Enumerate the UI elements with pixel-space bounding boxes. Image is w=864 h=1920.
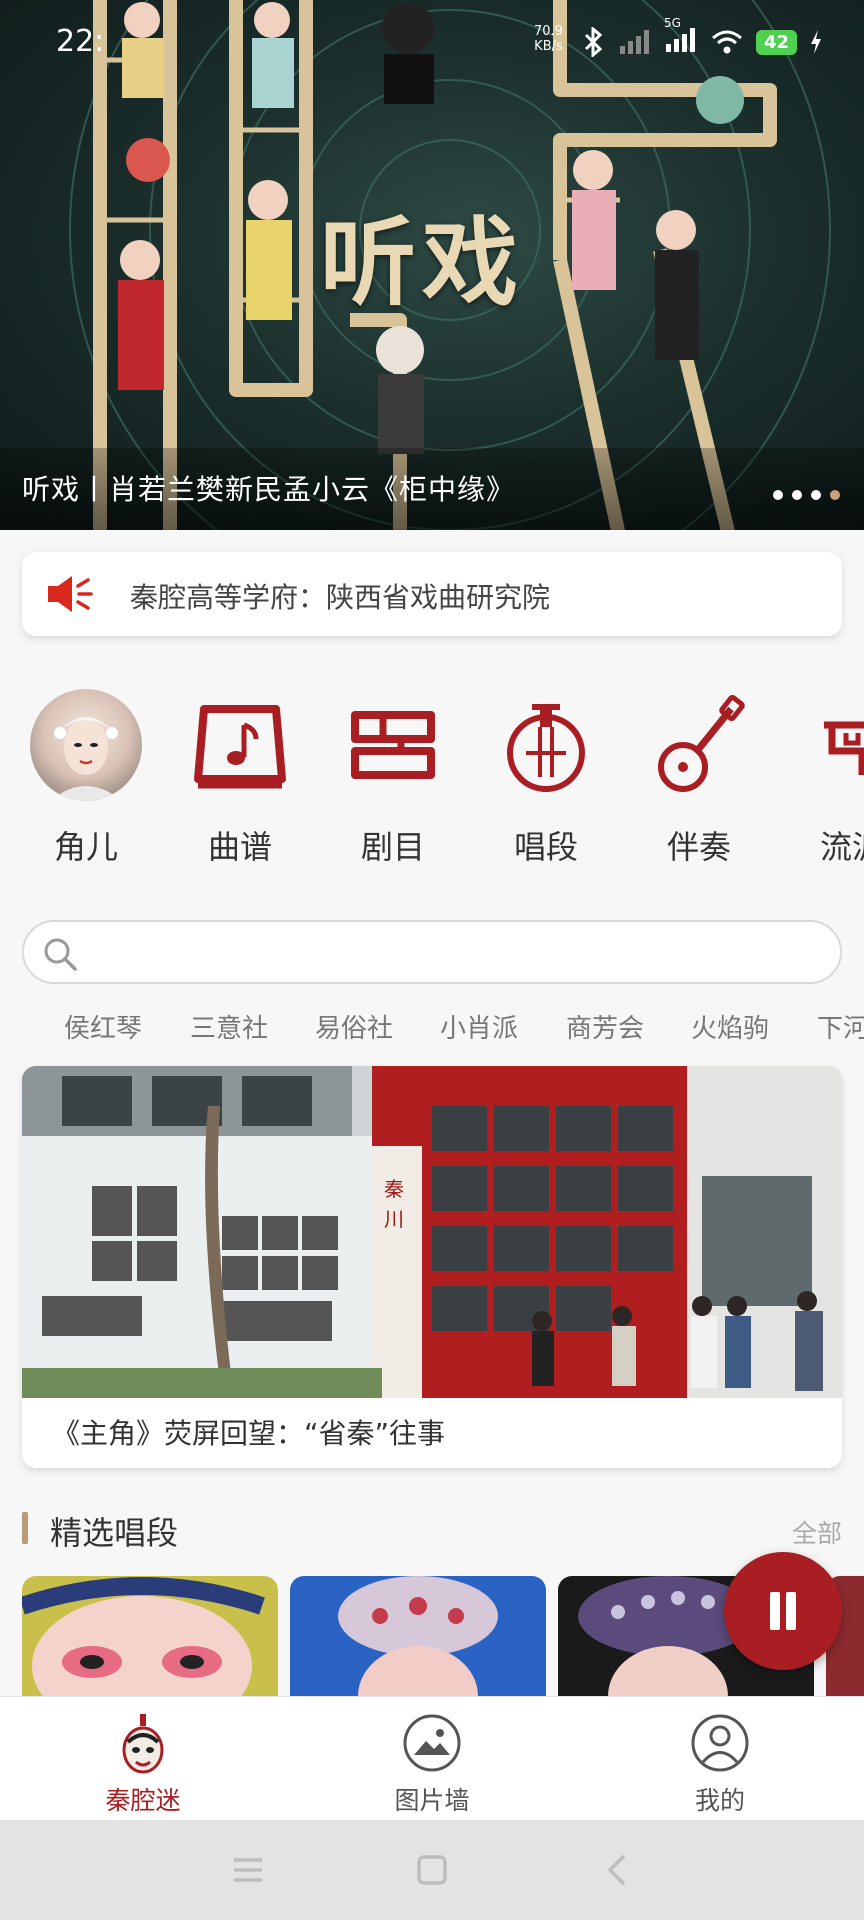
pause-icon (770, 1592, 780, 1630)
tab-label: 秦腔迷 (105, 1786, 181, 1815)
tab-home[interactable]: 秦腔迷 (43, 1711, 243, 1817)
category-label: 角儿 (53, 828, 118, 866)
tag-item[interactable]: 火焰驹 (691, 1008, 769, 1045)
tab-picture-wall[interactable]: 图片墙 (332, 1711, 532, 1817)
category-label: 曲谱 (207, 828, 272, 866)
tab-label: 图片墙 (394, 1786, 470, 1815)
signal-weak-icon (620, 30, 649, 54)
featured-article-title: 《主角》荧屏回望：“省秦”往事 (52, 1417, 446, 1450)
pause-icon-bar (786, 1592, 796, 1630)
category-accompaniment[interactable]: 伴奏 (629, 680, 769, 868)
category-repertoire[interactable]: 剧目 (323, 680, 463, 868)
category-label: 伴奏 (666, 828, 731, 866)
carousel-dot[interactable] (811, 490, 821, 500)
carousel-indicator (773, 490, 840, 500)
featured-article-card[interactable]: 秦 川 《主角》荧屏回望：“省秦”往事 (22, 1066, 842, 1468)
tag-item[interactable]: 下河东 (817, 1008, 864, 1045)
view-all-link[interactable]: 全部 (792, 1514, 842, 1550)
music-book-icon (194, 705, 286, 789)
speaker-icon (48, 576, 93, 612)
search-icon (44, 938, 77, 971)
category-arias[interactable]: 唱段 (476, 680, 616, 868)
hero-caption[interactable]: 听戏丨肖若兰樊新民孟小云《柜中缘》 (22, 468, 515, 508)
menu-icon[interactable] (228, 1850, 268, 1890)
hero-title: 听戏 (320, 206, 524, 319)
category-row: 角儿 曲谱 剧目 唱段 伴奏 流 (0, 680, 864, 880)
tag-item[interactable]: 商芳会 (566, 1008, 644, 1045)
home-icon[interactable] (412, 1850, 452, 1890)
signal-label: 5G (664, 16, 681, 30)
search-bar[interactable] (22, 920, 842, 984)
category-label: 流派 (819, 828, 864, 866)
user-icon (691, 1714, 749, 1772)
network-speed-unit: KB/s (534, 39, 563, 54)
section-accent-bar (22, 1512, 28, 1544)
charging-icon (811, 30, 822, 54)
carousel-dot[interactable] (792, 490, 802, 500)
category-scores[interactable]: 曲谱 (170, 680, 310, 868)
network-speed: 70.9 KB/s (534, 24, 563, 54)
category-performers[interactable]: 角儿 (16, 680, 156, 868)
lute-icon (507, 704, 585, 792)
script-icon (351, 711, 435, 779)
aria-thumbnail[interactable] (22, 1576, 278, 1696)
tag-item[interactable]: 三意社 (190, 1008, 268, 1045)
category-label: 剧目 (360, 828, 425, 866)
tag-item[interactable]: 易俗社 (315, 1008, 393, 1045)
bluetooth-icon (584, 27, 603, 57)
signal-5g: 5G (664, 16, 698, 58)
battery-level: 42 (756, 29, 798, 55)
bottom-navigation: 秦腔迷 图片墙 我的 (0, 1696, 864, 1820)
gate-icon (824, 721, 864, 775)
announcement-text: 秦腔高等学府：陕西省戏曲研究院 (130, 581, 551, 614)
announcement-bar[interactable]: 秦腔高等学府：陕西省戏曲研究院 (22, 552, 842, 636)
network-speed-value: 70.9 (534, 24, 563, 39)
category-label: 唱段 (513, 828, 578, 866)
status-bar: 22: 70.9 KB/s 5G 42 (0, 0, 864, 80)
board-vertical-sign: 秦 (384, 1177, 404, 1201)
featured-article-photo: 秦 川 (22, 1066, 842, 1398)
tag-item[interactable]: 小肖派 (440, 1008, 518, 1045)
performer-avatar (30, 689, 142, 801)
section-title: 精选唱段 (50, 1514, 179, 1552)
system-navigation-bar (0, 1820, 864, 1920)
tab-label: 我的 (694, 1786, 745, 1815)
carousel-dot[interactable] (773, 490, 783, 500)
back-icon[interactable] (598, 1850, 638, 1890)
pause-button[interactable] (724, 1552, 842, 1670)
picture-icon (403, 1714, 461, 1772)
board-vertical-sign-char: 川 (384, 1207, 404, 1231)
status-icons: 5G 42 (580, 16, 823, 58)
banjo-icon (658, 695, 745, 792)
category-schools[interactable]: 流派 (782, 680, 864, 868)
hot-tags: 侯红琴 三意社 易俗社 小肖派 商芳会 火焰驹 下河东 (0, 1008, 864, 1048)
tag-item[interactable]: 侯红琴 (64, 1008, 142, 1045)
status-time: 22: (56, 24, 105, 59)
wifi-icon (712, 30, 742, 54)
tab-profile[interactable]: 我的 (620, 1711, 820, 1817)
carousel-dot-active[interactable] (830, 490, 840, 500)
performer-avatar-art (50, 717, 122, 801)
aria-thumbnail-image (22, 1576, 278, 1696)
aria-thumbnail-image (290, 1576, 546, 1696)
signal-strong-icon (666, 28, 695, 52)
aria-thumbnail[interactable] (290, 1576, 546, 1696)
opera-mask-icon (122, 1714, 164, 1774)
